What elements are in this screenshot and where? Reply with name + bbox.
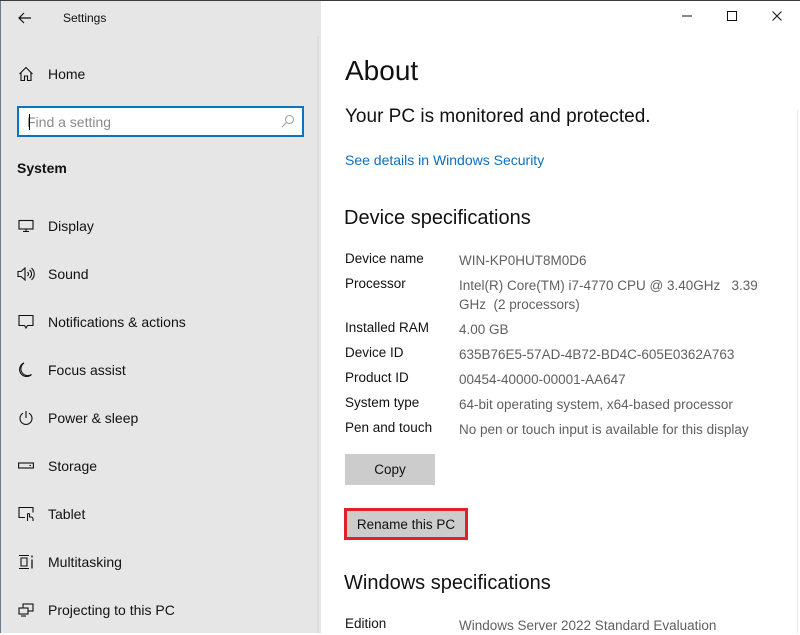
notifications-icon bbox=[17, 313, 35, 331]
back-arrow-icon bbox=[18, 12, 31, 24]
spec-value: 4.00 GB bbox=[459, 322, 509, 337]
sidebar: Settings Home System Display Sound Notif… bbox=[0, 1, 321, 633]
sidebar-item-label: Projecting to this PC bbox=[48, 602, 175, 618]
windows-specifications-heading: Windows specifications bbox=[344, 572, 551, 594]
sidebar-item-label: Sound bbox=[48, 266, 89, 282]
sidebar-item-display[interactable]: Display bbox=[0, 206, 317, 246]
sidebar-item-label: Notifications & actions bbox=[48, 314, 186, 330]
spec-value: Intel(R) Core(TM) i7-4770 CPU @ 3.40GHz … bbox=[459, 278, 762, 312]
protection-status: Your PC is monitored and protected. bbox=[345, 106, 651, 127]
copy-button[interactable]: Copy bbox=[345, 454, 435, 485]
spec-label: System type bbox=[345, 395, 420, 410]
close-icon bbox=[772, 11, 782, 21]
multitasking-icon bbox=[17, 553, 35, 571]
projecting-icon bbox=[17, 601, 35, 619]
windows-security-link[interactable]: See details in Windows Security bbox=[345, 152, 544, 168]
rename-pc-button[interactable]: Rename this PC bbox=[344, 508, 468, 540]
sidebar-item-focus-assist[interactable]: Focus assist bbox=[0, 350, 317, 390]
sidebar-item-label: Power & sleep bbox=[48, 410, 139, 426]
sidebar-item-label: Home bbox=[48, 66, 86, 82]
spec-value: 635B76E5-57AD-4B72-BD4C-605E0362A763 bbox=[459, 347, 735, 362]
spec-label: Device name bbox=[345, 251, 424, 266]
tablet-icon bbox=[17, 505, 35, 523]
spec-value: 00454-40000-00001-AA647 bbox=[459, 372, 626, 387]
sound-icon bbox=[17, 265, 35, 283]
sidebar-item-notifications[interactable]: Notifications & actions bbox=[0, 302, 317, 342]
spec-label: Installed RAM bbox=[345, 320, 430, 335]
sidebar-item-home[interactable]: Home bbox=[0, 54, 317, 94]
main-scrollbar[interactable] bbox=[797, 110, 798, 633]
maximize-button[interactable] bbox=[721, 5, 743, 27]
minimize-icon bbox=[682, 15, 692, 17]
close-button[interactable] bbox=[766, 5, 788, 27]
spec-label: Edition bbox=[345, 616, 387, 631]
sidebar-item-label: Display bbox=[48, 218, 94, 234]
search-box[interactable] bbox=[17, 106, 304, 137]
home-icon bbox=[17, 65, 35, 83]
sidebar-item-label: Tablet bbox=[48, 506, 86, 522]
sidebar-item-power-sleep[interactable]: Power & sleep bbox=[0, 398, 317, 438]
storage-icon bbox=[17, 457, 35, 475]
minimize-button[interactable] bbox=[676, 5, 698, 27]
spec-label: Device ID bbox=[345, 345, 404, 360]
device-specifications-heading: Device specifications bbox=[344, 207, 531, 229]
sidebar-item-projecting[interactable]: Projecting to this PC bbox=[0, 590, 317, 630]
spec-value: WIN-KP0HUT8M0D6 bbox=[459, 253, 587, 268]
sidebar-item-tablet[interactable]: Tablet bbox=[0, 494, 317, 534]
spec-label: Processor bbox=[345, 276, 406, 291]
display-icon bbox=[17, 217, 35, 235]
sidebar-item-storage[interactable]: Storage bbox=[0, 446, 317, 486]
text-caret bbox=[29, 114, 30, 130]
spec-value: Windows Server 2022 Standard Evaluation bbox=[459, 618, 717, 633]
window-title: Settings bbox=[63, 11, 107, 25]
sidebar-scrollbar[interactable] bbox=[317, 36, 319, 633]
sidebar-item-label: Multitasking bbox=[48, 554, 122, 570]
back-button[interactable] bbox=[14, 7, 36, 29]
sidebar-item-sound[interactable]: Sound bbox=[0, 254, 317, 294]
spec-value: 64-bit operating system, x64-based proce… bbox=[459, 397, 733, 412]
section-heading-system: System bbox=[17, 160, 67, 176]
sidebar-item-multitasking[interactable]: Multitasking bbox=[0, 542, 317, 582]
spec-label: Pen and touch bbox=[345, 420, 433, 435]
spec-value: No pen or touch input is available for t… bbox=[459, 422, 749, 437]
page-title: About bbox=[345, 55, 419, 86]
sidebar-item-label: Storage bbox=[48, 458, 98, 474]
spec-label: Product ID bbox=[345, 370, 409, 385]
moon-icon bbox=[17, 361, 35, 379]
search-icon[interactable] bbox=[281, 114, 295, 133]
maximize-icon bbox=[727, 11, 737, 21]
power-icon bbox=[17, 409, 35, 427]
sidebar-item-label: Focus assist bbox=[48, 362, 126, 378]
search-input[interactable] bbox=[27, 108, 277, 135]
